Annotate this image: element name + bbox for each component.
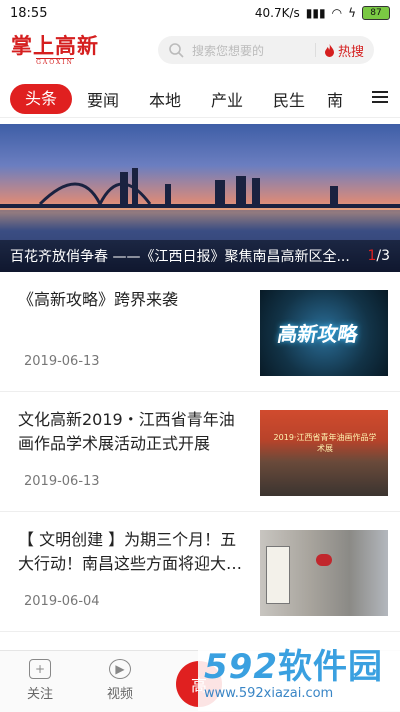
- search-divider: [314, 43, 316, 57]
- news-thumbnail: [260, 530, 388, 616]
- tab-livelihood[interactable]: 民生: [258, 87, 320, 111]
- thumbnail-scroll-decor: [266, 546, 290, 604]
- news-title: 文化高新2019・江西省青年油画作品学术展活动正式开展: [18, 410, 235, 453]
- app-logo: 掌上高新 GAOXIN: [10, 32, 100, 67]
- nav-video[interactable]: ▶ 视频: [88, 659, 152, 702]
- search-placeholder: 搜索您想要的: [192, 43, 265, 58]
- tab-nanchang[interactable]: 南: [320, 87, 350, 111]
- logo-text: 掌上高新: [11, 32, 99, 58]
- banner-carousel[interactable]: 百花齐放俏争春 ——《江西日报》聚焦南昌高新区全... 1/3: [0, 124, 400, 272]
- battery-icon: 87: [362, 6, 390, 20]
- nav-video-label: 视频: [106, 687, 133, 702]
- tab-headlines[interactable]: 头条: [10, 83, 72, 114]
- news-item[interactable]: 【 文明创建 】为期三个月！五大行动！南昌这些方面将迎大变… 2019-06-0…: [0, 512, 400, 632]
- play-icon: ▶: [109, 659, 131, 679]
- category-tabs: 头条 要闻 本地 产业 民生 南: [0, 80, 400, 118]
- news-item[interactable]: 文化高新2019・江西省青年油画作品学术展活动正式开展 2019-06-13 2…: [0, 392, 400, 512]
- watermark-text: 软件园: [277, 646, 383, 687]
- wifi-icon: ◠: [331, 6, 343, 20]
- news-item[interactable]: 《高新攻略》跨界来袭 2019-06-13 高新攻略: [0, 272, 400, 392]
- pager-total: /3: [376, 248, 390, 264]
- news-date: 2019-06-13: [24, 354, 100, 369]
- app-header: 掌上高新 GAOXIN 搜索您想要的 热搜: [0, 26, 400, 74]
- status-time: 18:55: [10, 5, 48, 21]
- banner-caption-bar: 百花齐放俏争春 ——《江西日报》聚焦南昌高新区全... 1/3: [0, 240, 400, 272]
- hot-search-label: 热搜: [337, 44, 364, 60]
- news-list: 《高新攻略》跨界来袭 2019-06-13 高新攻略 文化高新2019・江西省青…: [0, 272, 400, 632]
- news-date: 2019-06-13: [24, 474, 100, 489]
- news-title: 【 文明创建 】为期三个月！五大行动！南昌这些方面将迎大变…: [18, 530, 237, 573]
- nav-follow[interactable]: + 关注: [8, 659, 72, 702]
- thumbnail-lantern-decor: [316, 554, 332, 566]
- watermark-overlay: 592软件园 www.592xiazai.com: [198, 637, 400, 711]
- tab-local[interactable]: 本地: [134, 87, 196, 111]
- status-bar: 18:55 40.7K/s ▮▮▮ ◠ ϟ 87: [0, 0, 400, 26]
- status-indicators: 40.7K/s ▮▮▮ ◠ ϟ 87: [255, 6, 390, 20]
- news-thumbnail: 2019·江西省青年油画作品学术展: [260, 410, 388, 496]
- banner-caption: 百花齐放俏争春 ——《江西日报》聚焦南昌高新区全...: [10, 249, 350, 265]
- watermark-brand: 592软件园: [204, 648, 400, 686]
- nav-follow-label: 关注: [26, 687, 53, 702]
- news-thumbnail: 高新攻略: [260, 290, 388, 376]
- news-title: 《高新攻略》跨界来袭: [18, 290, 179, 309]
- hot-search-button[interactable]: 热搜: [324, 41, 364, 60]
- search-icon: [169, 43, 184, 58]
- network-speed: 40.7K/s: [254, 6, 300, 20]
- banner-pager: 1/3: [367, 248, 390, 264]
- menu-icon[interactable]: [372, 88, 388, 106]
- follow-icon: +: [29, 659, 51, 679]
- thumbnail-text: 2019·江西省青年油画作品学术展: [273, 433, 377, 453]
- signal-icon: ▮▮▮: [305, 6, 326, 20]
- watermark-number: 592: [204, 646, 278, 687]
- tab-industry[interactable]: 产业: [196, 87, 258, 111]
- thumbnail-text: 高新攻略: [275, 322, 360, 346]
- tab-news[interactable]: 要闻: [72, 87, 134, 111]
- flame-icon: [324, 43, 334, 57]
- news-date: 2019-06-04: [24, 594, 100, 609]
- search-input[interactable]: 搜索您想要的 热搜: [158, 36, 374, 64]
- logo-subtext: GAOXIN: [36, 57, 74, 66]
- watermark-url: www.592xiazai.com: [204, 685, 334, 701]
- charging-icon: ϟ: [348, 6, 356, 20]
